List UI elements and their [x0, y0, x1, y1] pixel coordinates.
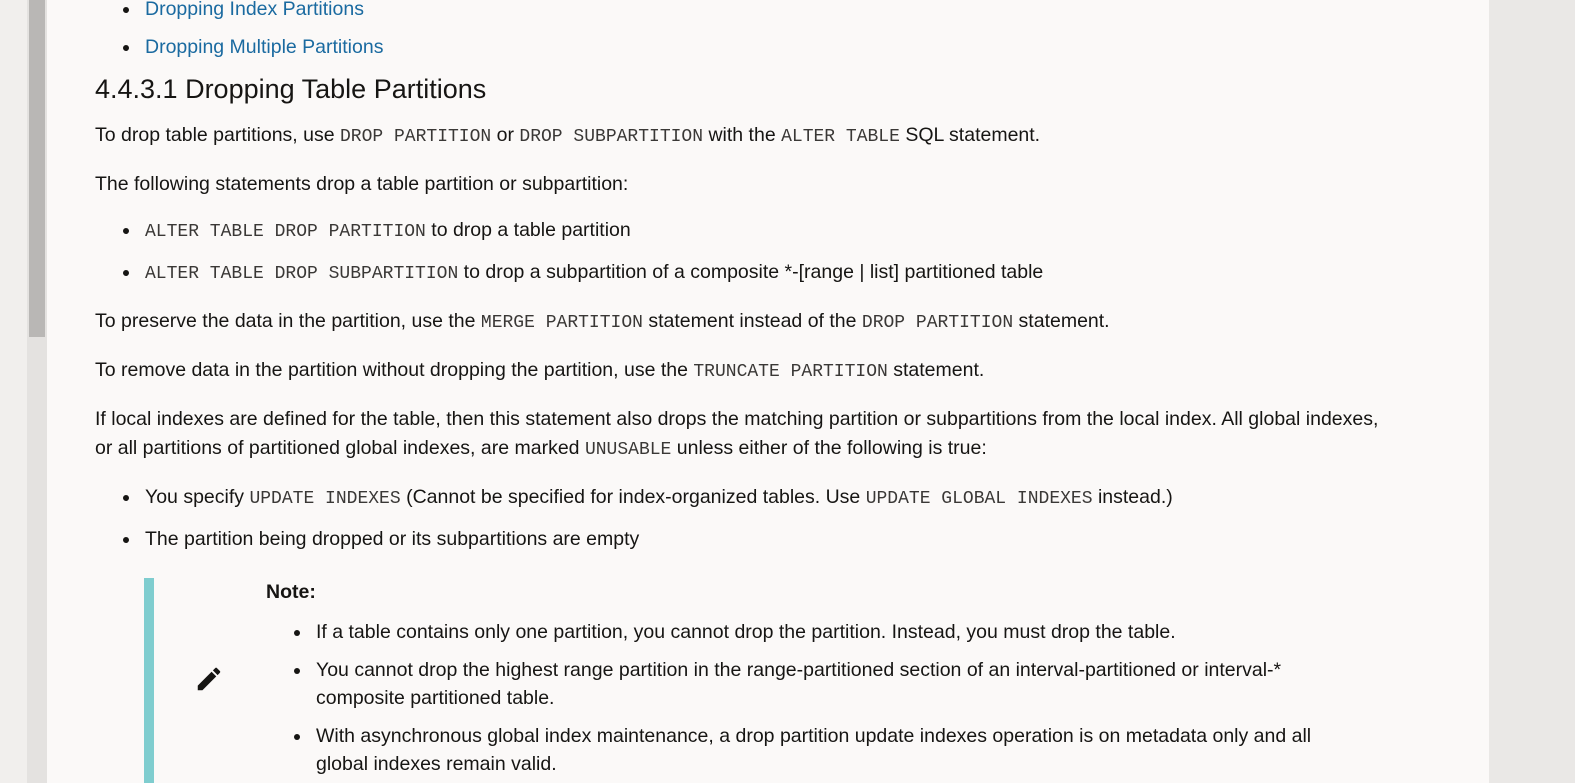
code-truncate-partition: TRUNCATE PARTITION: [693, 362, 888, 382]
note-callout: Note: If a table contains only one parti…: [144, 578, 1394, 783]
note-item: You cannot drop the highest range partit…: [266, 656, 1366, 712]
statements-intro: The following statements drop a table pa…: [95, 173, 629, 195]
code-statement: ALTER TABLE DROP SUBPARTITION: [145, 264, 459, 284]
left-gutter: [0, 0, 27, 783]
pencil-icon: [197, 667, 221, 691]
scrollbar-thumb[interactable]: [29, 0, 45, 337]
toc-link-dropping-index-partitions[interactable]: Dropping Index Partitions: [145, 0, 364, 20]
code-alter-table: ALTER TABLE: [781, 127, 900, 147]
local-indexes-text: unless either of the following is true:: [671, 437, 987, 459]
code-unusable: UNUSABLE: [584, 440, 672, 460]
statement-item: ALTER TABLE DROP PARTITION to drop a tab…: [95, 216, 1295, 258]
toc-item: Dropping Index Partitions: [95, 0, 895, 33]
code-drop-partition: DROP PARTITION: [861, 313, 1014, 333]
intro-text: To drop table partitions, use: [95, 124, 340, 146]
condition-text: (Cannot be specified for index-organized…: [400, 486, 866, 508]
toc-link-dropping-multiple-partitions[interactable]: Dropping Multiple Partitions: [145, 36, 383, 58]
section-heading: 4.4.3.1 Dropping Table Partitions: [95, 74, 487, 104]
preserve-text: statement instead of the: [642, 310, 862, 332]
preserve-text: To preserve the data in the partition, u…: [95, 310, 481, 332]
toc-item: Dropping Multiple Partitions: [95, 33, 895, 71]
right-side-panel: [1489, 0, 1575, 783]
intro-text: SQL statement.: [899, 124, 1041, 146]
statement-text: to drop a subpartition of a composite *-…: [458, 261, 1044, 283]
intro-text: or: [491, 124, 520, 146]
code-merge-partition: MERGE PARTITION: [480, 313, 643, 333]
code-update-indexes: UPDATE INDEXES: [249, 489, 401, 509]
remove-paragraph: To remove data in the partition without …: [95, 356, 984, 387]
remove-text: To remove data in the partition without …: [95, 359, 694, 381]
document-content: Dropping Index Partitions Dropping Multi…: [47, 0, 1489, 783]
code-update-global-indexes: UPDATE GLOBAL INDEXES: [865, 489, 1093, 509]
local-indexes-paragraph: If local indexes are defined for the tab…: [95, 405, 1385, 465]
condition-item: The partition being dropped or its subpa…: [95, 525, 1345, 567]
code-drop-subpartition: DROP SUBPARTITION: [519, 127, 704, 147]
statement-item: ALTER TABLE DROP SUBPARTITION to drop a …: [95, 258, 1295, 300]
code-drop-partition: DROP PARTITION: [339, 127, 492, 147]
remove-text: statement.: [887, 359, 985, 381]
code-statement: ALTER TABLE DROP PARTITION: [145, 222, 426, 242]
condition-text: The partition being dropped or its subpa…: [145, 528, 640, 550]
note-title: Note:: [266, 581, 316, 603]
preserve-text: statement.: [1013, 310, 1110, 332]
note-item: With asynchronous global index maintenan…: [266, 722, 1366, 778]
preserve-paragraph: To preserve the data in the partition, u…: [95, 307, 1110, 338]
statements-list: ALTER TABLE DROP PARTITION to drop a tab…: [95, 216, 1295, 300]
condition-item: You specify UPDATE INDEXES (Cannot be sp…: [95, 483, 1345, 525]
condition-text: instead.): [1092, 486, 1173, 508]
note-item: If a table contains only one partition, …: [266, 618, 1366, 646]
toc-list: Dropping Index Partitions Dropping Multi…: [95, 0, 895, 71]
statement-text: to drop a table partition: [425, 219, 631, 241]
intro-text: with the: [703, 124, 782, 146]
intro-paragraph: To drop table partitions, use DROP PARTI…: [95, 121, 1040, 152]
conditions-list: You specify UPDATE INDEXES (Cannot be sp…: [95, 483, 1345, 567]
condition-text: You specify: [145, 486, 250, 508]
note-list: If a table contains only one partition, …: [266, 618, 1366, 783]
